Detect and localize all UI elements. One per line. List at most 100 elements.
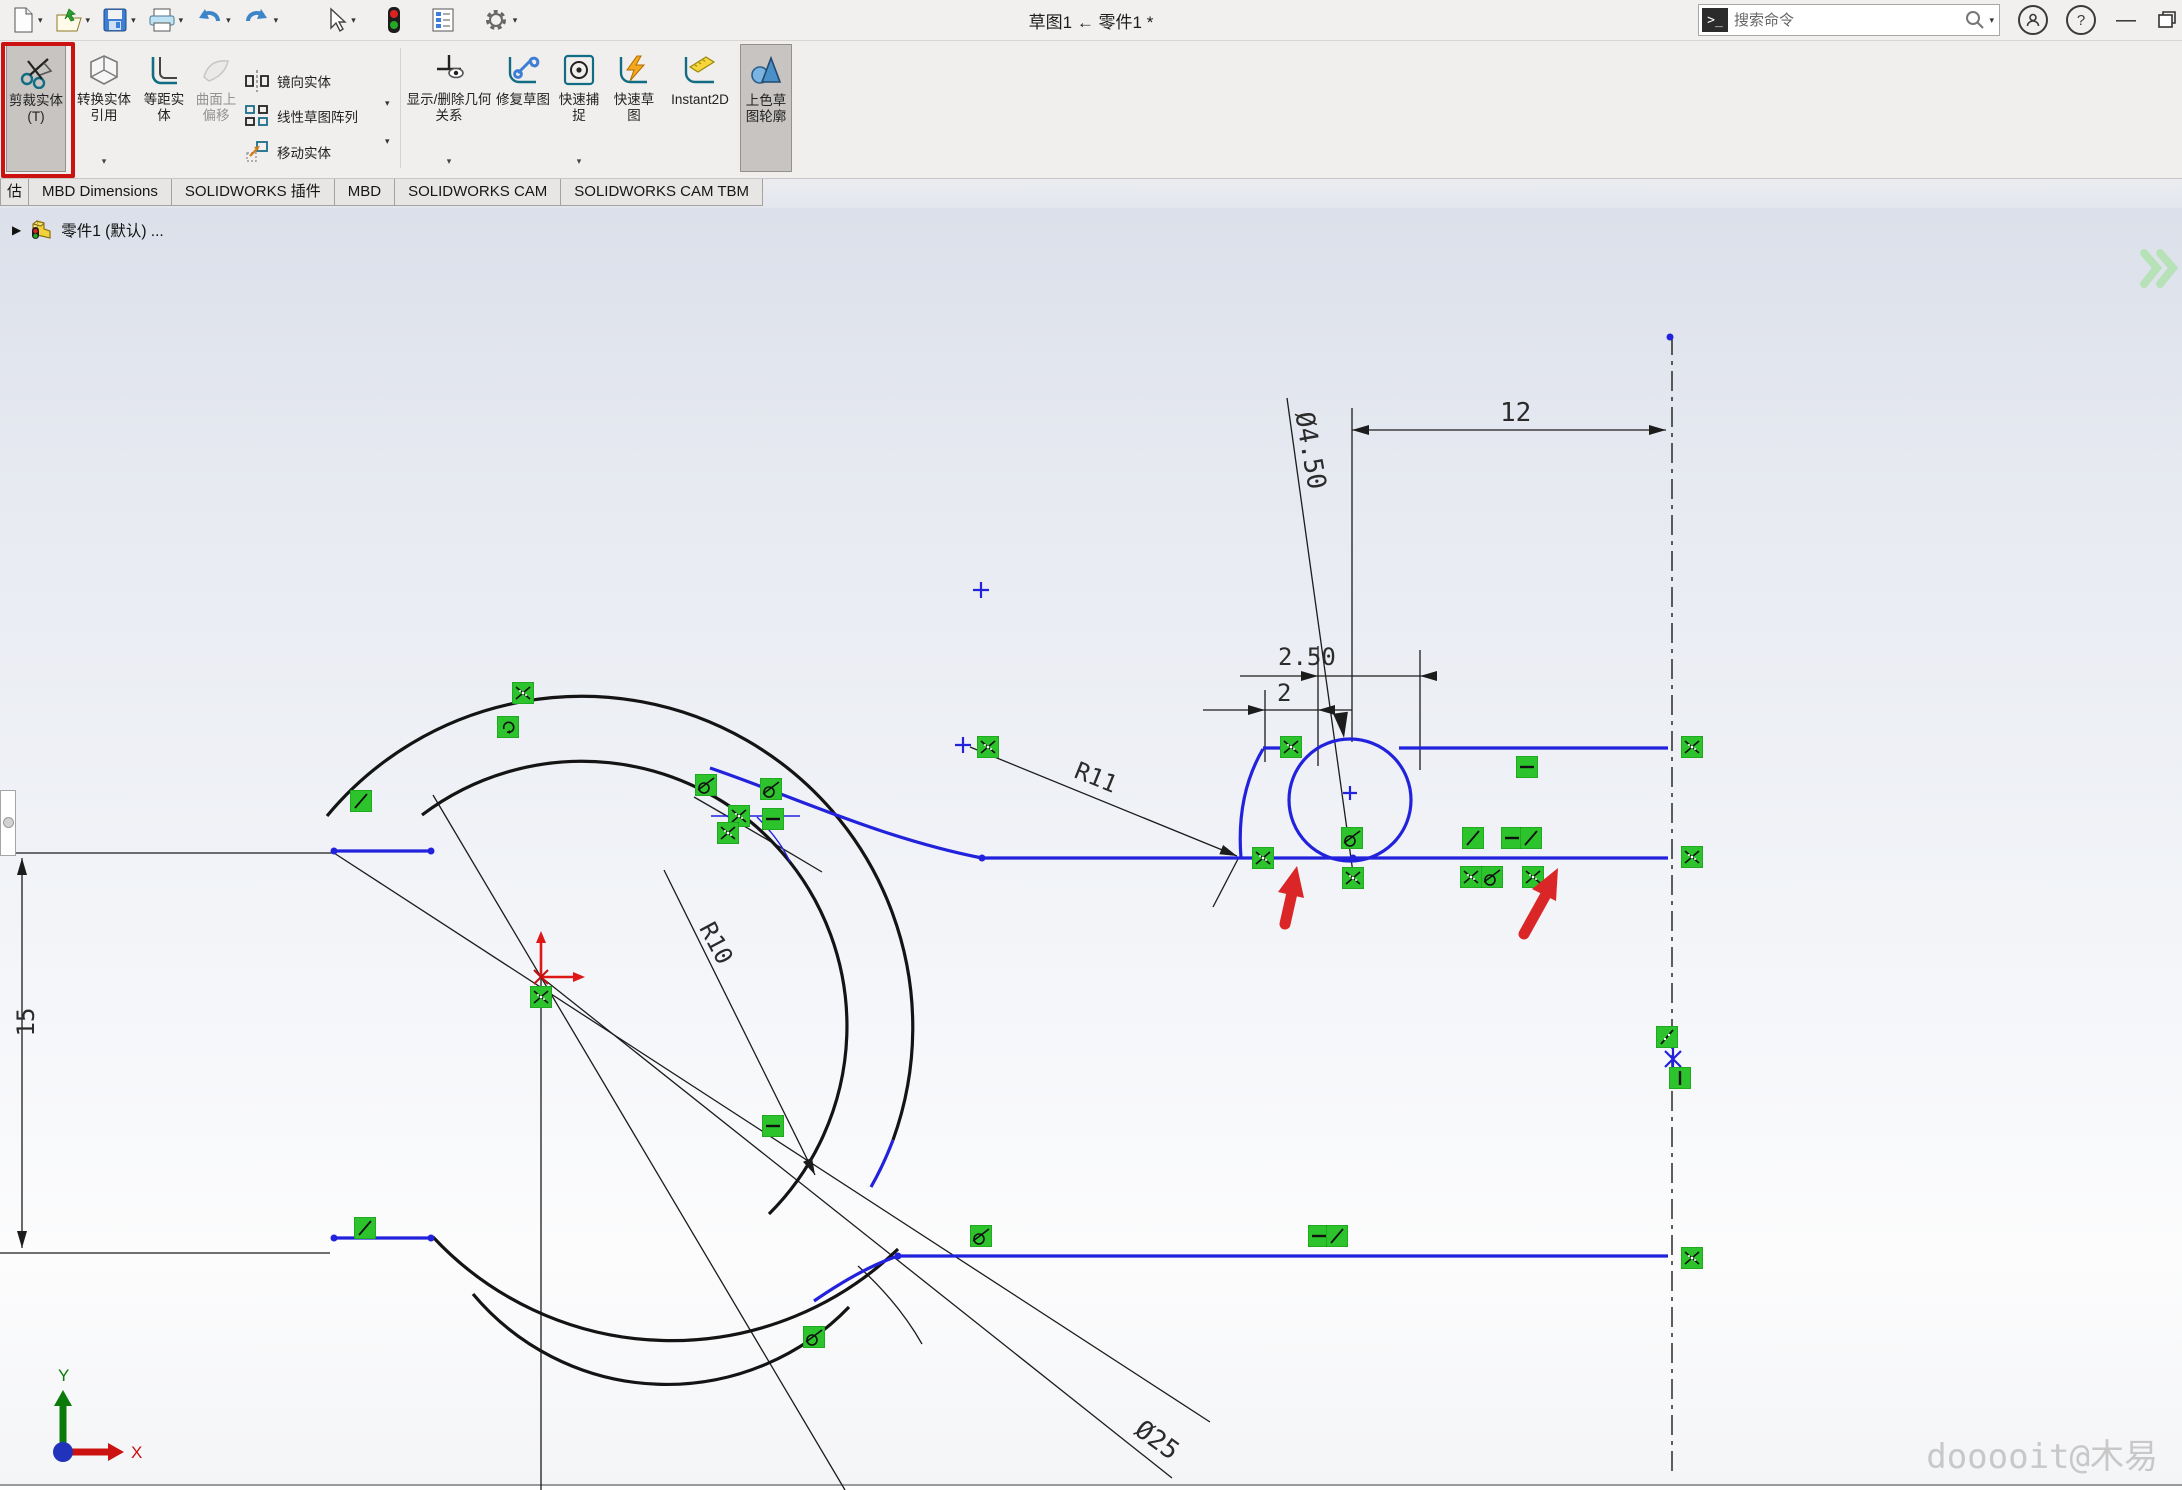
dropdown-arrow-icon[interactable]: ▾ (131, 15, 136, 26)
command-terminal-icon[interactable]: >_ (1702, 8, 1728, 32)
convert-entities-button[interactable]: 转换实体引用 ▾ (72, 44, 136, 170)
select-cursor-icon (324, 7, 348, 33)
relation-vertical (1669, 1067, 1691, 1089)
user-account-icon[interactable] (2018, 5, 2048, 35)
left-panel-tab[interactable] (0, 790, 16, 856)
tree-expander-icon[interactable]: ▶ (12, 223, 21, 237)
rapid-sketch-button[interactable]: 快速草图 (608, 44, 660, 170)
dropdown-arrow-icon[interactable]: ▾ (513, 15, 518, 26)
relation-horizontal (762, 808, 784, 830)
dim-diameter-25: Ø25 (1129, 1415, 1185, 1467)
mirror-entities-icon (244, 70, 270, 92)
options-button[interactable]: ▾ (479, 4, 521, 36)
repair-sketch-label: 修复草图 (496, 92, 550, 108)
linear-pattern-icon (244, 104, 270, 128)
relation-coincident (1252, 847, 1274, 869)
search-dropdown-icon[interactable]: ▾ (1989, 15, 1994, 26)
part-icon (29, 218, 53, 242)
open-button[interactable]: ▾ (52, 5, 94, 35)
relation-coincident (512, 682, 534, 704)
save-icon (102, 7, 128, 33)
relation-tangent (970, 1225, 992, 1247)
part-root-label[interactable]: 零件1 (默认) ... (61, 219, 163, 241)
dropdown-arrow-icon[interactable]: ▾ (577, 156, 582, 170)
dimension-arrows (17, 425, 1666, 1248)
mirror-entities-button[interactable]: 镜向实体 (244, 70, 331, 92)
repair-sketch-button[interactable]: 修复草图 (496, 44, 550, 170)
command-search[interactable]: >_ ▾ (1698, 4, 2000, 36)
dropdown-arrow-icon[interactable]: ▾ (179, 15, 184, 26)
instant2d-label: Instant2D (671, 92, 729, 108)
dropdown-arrow-icon[interactable]: ▾ (274, 15, 279, 26)
restore-window-button[interactable] (2156, 9, 2178, 31)
dim-r10: R10 (694, 918, 739, 969)
interference-check-button[interactable] (383, 4, 405, 36)
ribbon-separator (400, 48, 401, 168)
convert-entities-icon (87, 49, 121, 91)
relation-coincident (1342, 867, 1364, 889)
offset-entities-icon (147, 49, 181, 91)
sketch-origin[interactable] (534, 931, 585, 984)
offset-entities-button[interactable]: 等距实体 (140, 44, 188, 170)
dropdown-arrow-icon[interactable]: ▾ (102, 156, 107, 170)
minimize-button[interactable]: — (2116, 9, 2136, 32)
shaded-sketch-contours-button[interactable]: 上色草图轮廓 (740, 44, 792, 172)
dropdown-arrow-icon[interactable]: ▾ (86, 15, 91, 26)
redo-button[interactable]: ▾ (240, 5, 282, 35)
search-icon[interactable] (1964, 9, 1986, 31)
confirmation-corner-icon[interactable] (2144, 253, 2173, 284)
print-button[interactable]: ▾ (145, 5, 187, 35)
sketch-canvas[interactable]: 12 Ø4.50 2.50 2 R11 R10 Ø25 15 (0, 0, 2182, 1490)
trim-entities-button[interactable]: 剪裁实体(T) (6, 44, 66, 172)
dropdown-arrow-icon[interactable]: ▾ (38, 15, 43, 26)
trim-scissors-icon (18, 50, 54, 92)
help-icon[interactable]: ? (2066, 5, 2096, 35)
quick-snaps-icon (562, 49, 596, 91)
pattern-dropdown-arrow[interactable]: ▾ (382, 98, 390, 109)
view-settings-button[interactable] (427, 5, 459, 35)
instant2d-button[interactable]: Instant2D (664, 44, 736, 170)
tab-solidworks-cam-tbm[interactable]: SOLIDWORKS CAM TBM (560, 178, 763, 206)
relation-horizontal (1501, 827, 1523, 849)
axis-y-label: Y (58, 1366, 69, 1385)
tab-solidworks-cam[interactable]: SOLIDWORKS CAM (394, 178, 561, 206)
select-button[interactable]: ▾ (321, 5, 359, 35)
title-bar: ▾ ▾ ▾ ▾ ▾ ▾ ▾ ▾ 草图1 ← 零件1 * >_ (0, 0, 2182, 41)
move-dropdown-arrow[interactable]: ▾ (382, 136, 390, 147)
save-button[interactable]: ▾ (99, 5, 139, 35)
quick-snaps-button[interactable]: 快速捕捉 ▾ (554, 44, 604, 170)
relation-coincident (977, 736, 999, 758)
dropdown-arrow-icon[interactable]: ▾ (447, 156, 452, 170)
relation-tangent (803, 1326, 825, 1348)
tab-evaluate-partial[interactable]: 估 (0, 178, 29, 206)
tab-solidworks-addins[interactable]: SOLIDWORKS 插件 (171, 178, 335, 206)
dropdown-arrow-icon[interactable]: ▾ (351, 15, 356, 26)
offset-entities-label: 等距实体 (140, 92, 188, 125)
quick-access-toolbar: ▾ ▾ ▾ ▾ ▾ ▾ ▾ ▾ (8, 4, 526, 36)
search-input[interactable] (1728, 12, 1964, 29)
tab-mbd[interactable]: MBD (334, 178, 395, 206)
relation-icons[interactable] (350, 682, 1703, 1348)
new-document-button[interactable]: ▾ (8, 5, 46, 35)
linear-pattern-button[interactable]: 线性草图阵列 (244, 104, 358, 128)
dropdown-arrow-icon[interactable]: ▾ (226, 15, 231, 26)
move-entities-button[interactable]: 移动实体 (244, 140, 331, 164)
undo-button[interactable]: ▾ (192, 5, 234, 35)
tab-mbd-dimensions[interactable]: MBD Dimensions (28, 178, 172, 206)
feature-tree-root[interactable]: ▶ 零件1 (默认) ... (12, 218, 164, 242)
dimension-texts[interactable]: 12 Ø4.50 2.50 2 R11 R10 Ø25 15 (12, 398, 1531, 1466)
dim-diameter-450: Ø4.50 (1288, 409, 1331, 491)
relation-parallel (1462, 827, 1484, 849)
sketch-entities-blue[interactable] (334, 739, 1668, 1301)
display-delete-relations-button[interactable]: 显示/删除几何关系 ▾ (406, 44, 492, 170)
relation-tangent (1481, 866, 1503, 888)
relation-midpoint (1656, 1026, 1678, 1048)
dim-15: 15 (12, 1008, 40, 1037)
shaded-contours-icon (749, 50, 783, 92)
dim-r11: R11 (1071, 756, 1122, 798)
shaded-contours-label: 上色草图轮廓 (741, 93, 791, 126)
relation-parallel (350, 790, 372, 812)
relation-coincident (1280, 736, 1302, 758)
titlebar-right-controls: >_ ▾ ? — (1698, 0, 2178, 40)
sketch-endpoints[interactable] (331, 334, 1674, 1260)
